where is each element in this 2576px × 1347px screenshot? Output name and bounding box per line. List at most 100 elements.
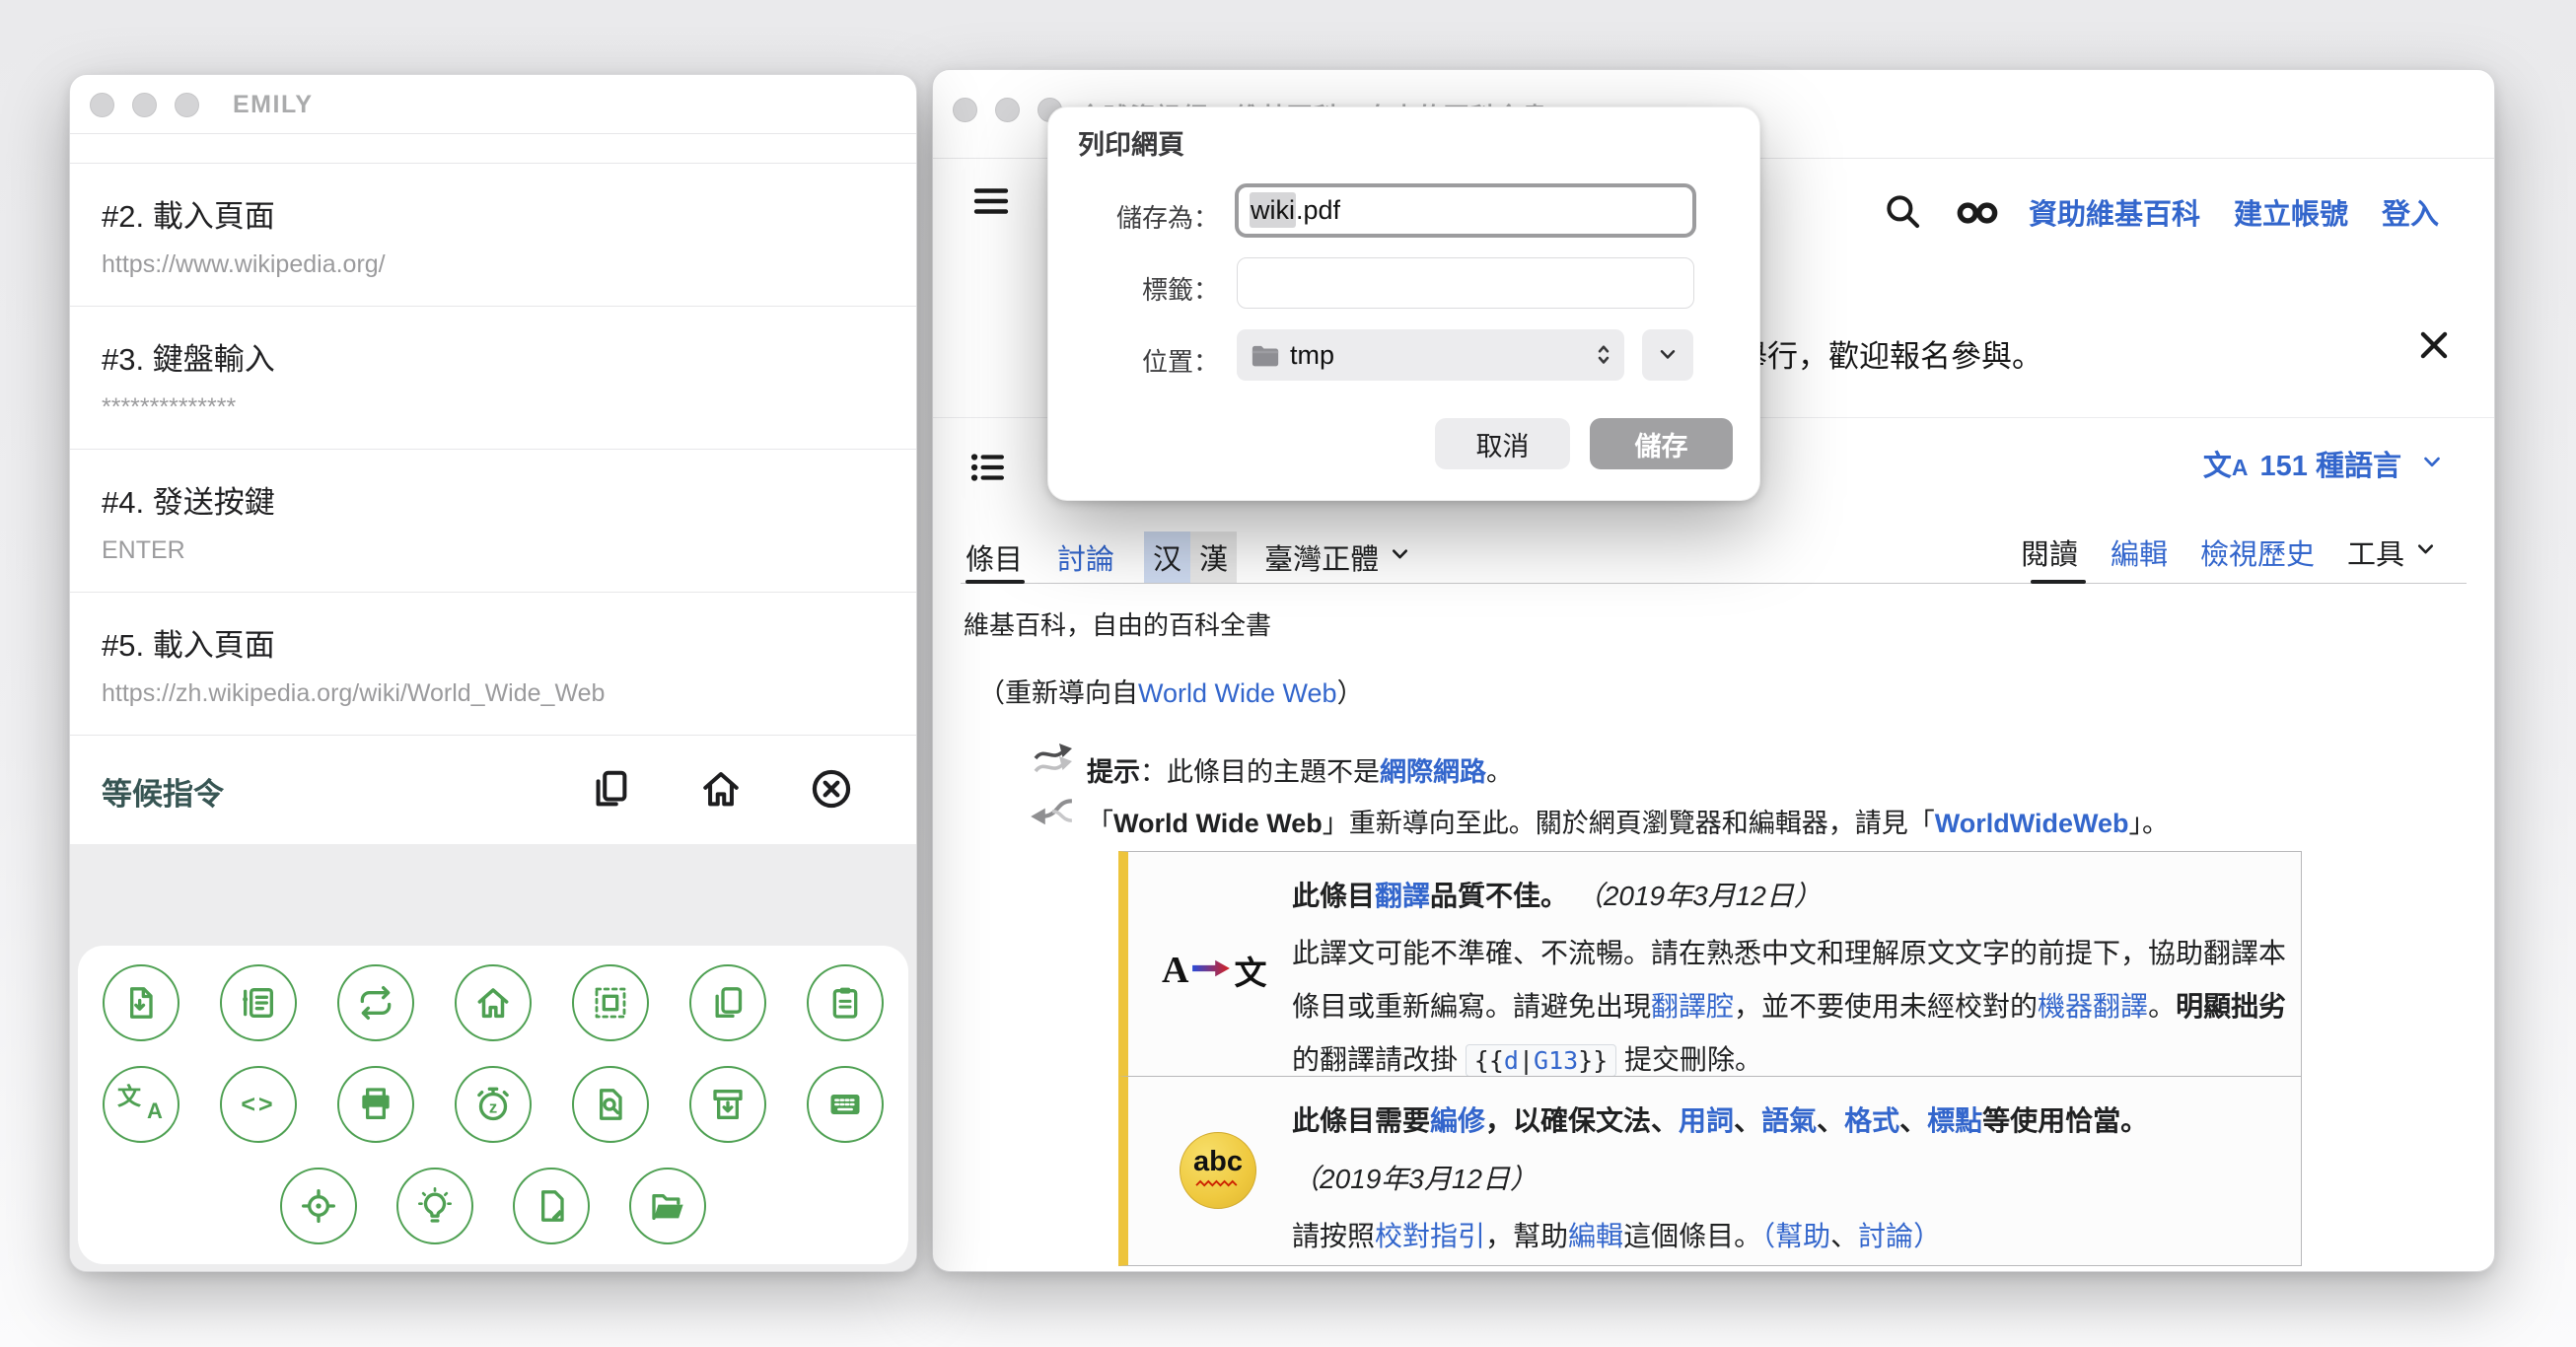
close-icon[interactable]	[2412, 324, 2456, 368]
duplicate-icon[interactable]	[689, 964, 766, 1041]
tab-article[interactable]: 條目	[966, 536, 1023, 578]
chevron-down-icon	[2404, 536, 2438, 569]
repeat-icon[interactable]	[337, 964, 414, 1041]
notice-date: （2019年3月12日）	[1292, 1162, 2295, 1197]
header-actions: 資助維基百科 建立帳號 登入	[1881, 190, 2439, 234]
chevron-down-icon	[1379, 541, 1412, 574]
capture-element-icon[interactable]	[572, 964, 649, 1041]
donate-link[interactable]: 資助維基百科	[2029, 191, 2200, 233]
spellcheck-icon: abc	[1180, 1132, 1256, 1209]
variant-simplified[interactable]: 汉	[1144, 532, 1190, 583]
stepper-icon	[1595, 340, 1612, 370]
stop-icon[interactable]	[809, 766, 854, 812]
redirect-merge-icon	[1026, 793, 1075, 836]
step-title: #5. 載入頁面	[102, 593, 916, 665]
red-zigzag-icon	[1195, 1174, 1241, 1192]
active-tab-underline	[966, 580, 1025, 584]
search-icon[interactable]	[1881, 190, 1924, 234]
notice-body: 請按照校對指引，幫助編輯這個條目。（幫助、討論）	[1292, 1219, 2295, 1254]
actions-row	[78, 964, 908, 1041]
emily-titlebar: EMILY	[70, 75, 916, 134]
tags-label: 標籤：	[1048, 270, 1219, 307]
save-button[interactable]: 儲存	[1590, 418, 1733, 469]
gradient-arrow-icon	[1188, 958, 1234, 983]
archive-download-icon[interactable]	[689, 1066, 766, 1143]
edit-script-icon[interactable]	[513, 1168, 590, 1244]
cancel-button[interactable]: 取消	[1435, 418, 1570, 469]
tab-talk[interactable]: 討論	[1057, 536, 1114, 578]
home-icon[interactable]	[455, 964, 532, 1041]
open-folder-icon[interactable]	[629, 1168, 706, 1244]
login-link[interactable]: 登入	[2382, 191, 2439, 233]
chevron-down-icon	[2413, 449, 2445, 479]
automation-step-row[interactable]: #5. 載入頁面https://zh.wikipedia.org/wiki/Wo…	[70, 593, 916, 736]
automation-step-row[interactable]: #3. 鍵盤輸入**************	[70, 307, 916, 450]
dialog-title: 列印網頁	[1078, 123, 1184, 162]
create-account-link[interactable]: 建立帳號	[2234, 191, 2348, 233]
translate-warning-icon: A 文	[1162, 947, 1266, 994]
site-notice-text: 舉行，歡迎報名參與。	[1737, 331, 2042, 376]
variant-toggle[interactable]: 汉 漢	[1144, 532, 1237, 583]
tags-input[interactable]	[1237, 257, 1694, 309]
step-detail: ENTER	[102, 522, 916, 565]
wait-timer-icon[interactable]: z	[455, 1066, 532, 1143]
notice-title: 此條目翻譯品質不佳。 （2019年3月12日）	[1292, 852, 2295, 915]
location-label: 位置：	[1048, 342, 1219, 379]
form-fill-icon[interactable]	[220, 964, 297, 1041]
tab-read[interactable]: 閱讀	[2021, 532, 2078, 573]
previous-step-partial-row	[70, 134, 916, 164]
hatnote: 「World Wide Web」重新導向至此。關於網頁瀏覽器和編輯器，請見「Wo…	[1087, 802, 2169, 840]
step-detail: https://zh.wikipedia.org/wiki/World_Wide…	[102, 665, 916, 708]
emily-window: EMILY #2. 載入頁面https://www.wikipedia.org/…	[69, 74, 917, 1272]
variant-traditional[interactable]: 漢	[1190, 532, 1237, 583]
clipboard-icon[interactable]	[807, 964, 884, 1041]
step-title: #2. 載入頁面	[102, 164, 916, 236]
translation-quality-notice: A 文 此條目翻譯品質不佳。 （2019年3月12日） 此譯文可能不準確、不流暢…	[1118, 851, 2302, 1077]
contents-list-icon[interactable]	[966, 447, 1009, 490]
tab-edit[interactable]: 編輯	[2111, 532, 2168, 573]
translate-icon[interactable]: 文A	[103, 1066, 179, 1143]
tab-history[interactable]: 檢視歷史	[2200, 532, 2315, 573]
status-bar: 等候指令	[70, 736, 916, 844]
divider	[961, 583, 2467, 584]
home-icon[interactable]	[698, 766, 744, 812]
zoom-window-button[interactable]	[175, 93, 199, 117]
print-icon[interactable]	[337, 1066, 414, 1143]
traffic-lights	[90, 93, 199, 117]
load-page-icon[interactable]	[103, 964, 179, 1041]
save-as-label: 儲存為：	[1048, 198, 1219, 235]
inspect-page-icon[interactable]	[572, 1066, 649, 1143]
copy-pages-icon[interactable]	[588, 766, 633, 812]
code-icon[interactable]: <>	[220, 1066, 297, 1143]
active-tab-underline	[2031, 580, 2086, 584]
appearance-icon[interactable]	[1952, 190, 1995, 234]
language-selector[interactable]: 文A 151 種語言	[2203, 443, 2445, 484]
step-detail: https://www.wikipedia.org/	[102, 236, 916, 279]
automation-step-row[interactable]: #2. 載入頁面https://www.wikipedia.org/	[70, 164, 916, 307]
redirect-note: （重新導向自World Wide Web）	[978, 672, 1364, 710]
status-text: 等候指令	[102, 769, 224, 814]
redirect-arrows-icon	[1032, 741, 1079, 782]
locate-icon[interactable]	[280, 1168, 357, 1244]
keyboard-icon[interactable]	[807, 1066, 884, 1143]
filename-input[interactable]: wiki.pdf	[1235, 183, 1696, 238]
notice-title: 此條目需要編修，以確保文法、用詞、語氣、格式、標點等使用恰當。	[1292, 1077, 2295, 1140]
tab-tools[interactable]: 工具	[2347, 532, 2438, 573]
minimize-window-button[interactable]	[995, 98, 1020, 122]
expand-dialog-button[interactable]	[1642, 329, 1693, 381]
close-window-button[interactable]	[953, 98, 977, 122]
variant-dropdown[interactable]: 臺灣正體	[1264, 536, 1412, 578]
step-title: #4. 發送按鍵	[102, 450, 916, 522]
actions-row	[78, 1168, 908, 1244]
folder-icon	[1251, 342, 1280, 368]
close-window-button[interactable]	[90, 93, 114, 117]
automation-steps-list: #2. 載入頁面https://www.wikipedia.org/#3. 鍵盤…	[70, 164, 916, 736]
idea-icon[interactable]	[396, 1168, 473, 1244]
notice-body: 此譯文可能不準確、不流暢。請在熟悉中文和理解原文文字的前提下，協助翻譯本條目或重…	[1292, 927, 2295, 1088]
minimize-window-button[interactable]	[132, 93, 157, 117]
location-dropdown[interactable]: tmp	[1237, 329, 1624, 381]
site-tagline: 維基百科，自由的百科全書	[964, 605, 1271, 642]
hamburger-menu-icon[interactable]	[970, 180, 1012, 222]
print-dialog: 列印網頁 儲存為： wiki.pdf 標籤： 位置： tmp 取消 儲存	[1047, 106, 1760, 501]
automation-step-row[interactable]: #4. 發送按鍵ENTER	[70, 450, 916, 593]
